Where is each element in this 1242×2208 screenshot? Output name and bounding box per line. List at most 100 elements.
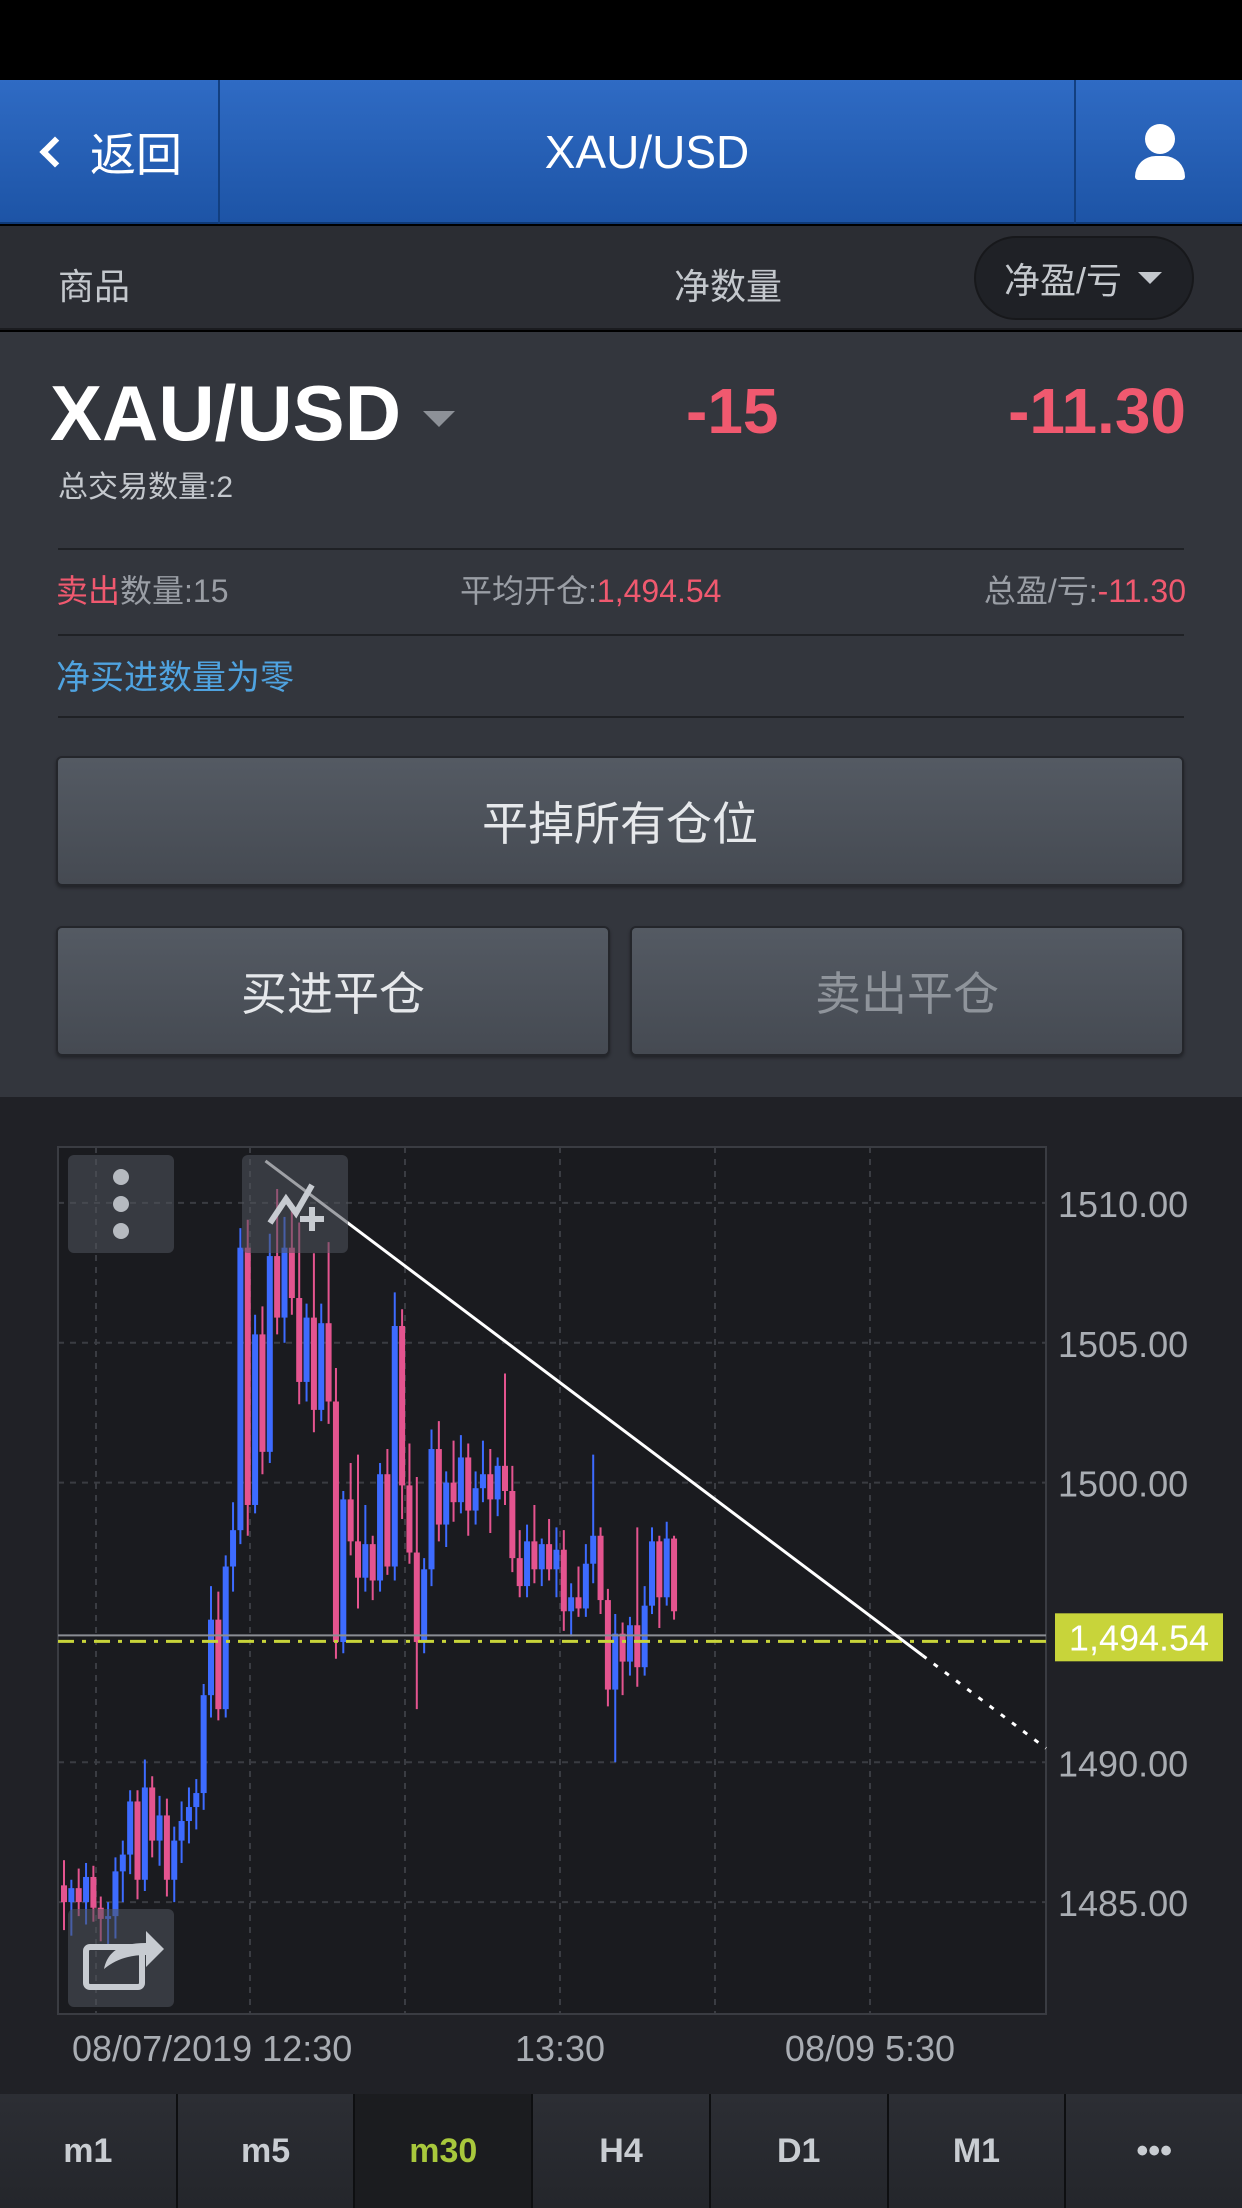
- symbol-selector[interactable]: XAU/USD: [50, 368, 456, 459]
- candle-body: [479, 1474, 486, 1489]
- sell-close-button[interactable]: 卖出平仓: [630, 926, 1184, 1056]
- side-label: 卖出: [56, 573, 121, 609]
- chevron-left-icon: [39, 136, 71, 168]
- tab-timeframe-h4[interactable]: H4: [533, 2094, 711, 2208]
- candle-body: [604, 1600, 611, 1690]
- tab-timeframe-more[interactable]: •••: [1066, 2094, 1242, 2208]
- draw-tool-button[interactable]: [242, 1155, 348, 1253]
- plot-background: [57, 1146, 1047, 2015]
- symbol-name: XAU/USD: [50, 369, 402, 457]
- candle-body: [259, 1334, 266, 1452]
- price-chart[interactable]: 1510.00 1505.00 1500.00 1490.00 1485.00 08/07…: [0, 1097, 1242, 2094]
- candle-body: [399, 1325, 406, 1486]
- chart-menu-button[interactable]: [68, 1155, 174, 1253]
- y-tick-label: 1485.00: [1058, 1883, 1188, 1924]
- tab-timeframe-d1[interactable]: D1: [710, 2094, 889, 2208]
- candle-body: [310, 1317, 317, 1410]
- candle-body: [656, 1541, 663, 1598]
- candle-body: [377, 1474, 384, 1581]
- x-tick-label: 08/09 5:30: [785, 2028, 955, 2069]
- candle-body: [524, 1541, 531, 1587]
- candle-body: [347, 1499, 354, 1542]
- candle-body: [68, 1888, 75, 1903]
- candle-body: [391, 1325, 398, 1567]
- candle-body: [502, 1465, 508, 1492]
- y-tick-label: 1510.00: [1058, 1184, 1188, 1225]
- col-product: 商品: [58, 266, 131, 307]
- candle-body: [472, 1488, 479, 1511]
- share-icon: [83, 1931, 164, 1990]
- candle-body: [156, 1815, 163, 1841]
- candle-body: [597, 1535, 604, 1601]
- candle-body: [61, 1885, 67, 1903]
- candle-body: [546, 1544, 553, 1570]
- back-button[interactable]: 返回: [0, 80, 220, 224]
- candle-body: [369, 1544, 376, 1581]
- candle-body: [641, 1605, 648, 1668]
- candle-body: [590, 1535, 597, 1564]
- divider: [58, 548, 1184, 550]
- candle-body: [413, 1552, 420, 1643]
- candle-body: [538, 1544, 545, 1570]
- candle-body: [288, 1247, 295, 1299]
- candle-body: [237, 1247, 244, 1531]
- candle-body: [619, 1633, 626, 1662]
- candle-body: [663, 1538, 670, 1598]
- candle-body: [509, 1491, 516, 1559]
- candle-body: [575, 1597, 582, 1609]
- chart-area[interactable]: 1510.00 1505.00 1500.00 1490.00 1485.00 08/07…: [0, 1097, 1242, 2094]
- candle-body: [185, 1807, 192, 1822]
- user-button[interactable]: [1074, 80, 1242, 224]
- tab-timeframe-m1[interactable]: m1: [0, 2094, 178, 2208]
- candle-body: [193, 1793, 200, 1808]
- candle-body: [281, 1247, 288, 1318]
- candle-body: [626, 1625, 633, 1662]
- avg-open: 平均开仓:1,494.54: [460, 573, 722, 609]
- candle-body: [318, 1323, 325, 1410]
- total-pnl-value: -11.30: [1097, 573, 1186, 609]
- candle-body: [222, 1566, 229, 1710]
- nav-bar: 返回 XAU/USD: [0, 80, 1242, 224]
- candle-body: [443, 1482, 450, 1525]
- close-all-button[interactable]: 平掉所有仓位: [56, 756, 1184, 886]
- divider: [58, 634, 1184, 636]
- candle-body: [303, 1317, 310, 1382]
- net-quantity: -15: [686, 375, 779, 447]
- candle-body: [266, 1256, 273, 1452]
- divider: [58, 716, 1184, 718]
- candle-body: [494, 1465, 501, 1500]
- candle-body: [163, 1815, 170, 1880]
- candle-body: [296, 1298, 303, 1382]
- column-header: 商品 净数量 净盈/亏: [0, 226, 1242, 330]
- candle-body: [421, 1569, 428, 1643]
- tab-timeframe-m1[interactable]: M1: [888, 2094, 1067, 2208]
- share-button[interactable]: [68, 1909, 174, 2007]
- candle-body: [200, 1695, 207, 1794]
- x-tick-label: 08/07/2019 12:30: [72, 2028, 352, 2069]
- candle-body: [252, 1334, 259, 1505]
- tab-timeframe-m5[interactable]: m5: [177, 2094, 356, 2208]
- pnl-dropdown[interactable]: 净盈/亏: [974, 236, 1194, 320]
- page-title: XAU/USD: [544, 126, 750, 178]
- col-net-qty: 净数量: [674, 266, 783, 307]
- candle-body: [119, 1854, 126, 1872]
- position-details: 卖出数量:15 平均开仓:1,494.54 总盈/亏:-11.30: [56, 566, 1186, 612]
- candle-body: [340, 1499, 347, 1643]
- candle-body: [634, 1625, 641, 1668]
- tab-timeframe-m30[interactable]: m30: [355, 2094, 534, 2208]
- candle-body: [582, 1563, 589, 1609]
- candle-body: [531, 1541, 538, 1570]
- candle-body: [671, 1538, 678, 1612]
- candle-body: [127, 1801, 134, 1855]
- price-label: 1,494.54: [1069, 1617, 1209, 1658]
- candle-body: [384, 1474, 391, 1567]
- candle-body: [649, 1541, 655, 1606]
- drawing-tool-icon: [267, 1183, 324, 1231]
- candle-body: [487, 1474, 494, 1500]
- avg-open-value: 1,494.54: [596, 573, 722, 609]
- caret-down-icon: [1138, 272, 1163, 284]
- candle-body: [428, 1449, 435, 1570]
- candle-body: [568, 1597, 575, 1612]
- buy-close-button[interactable]: 买进平仓: [56, 926, 610, 1056]
- candle-body: [274, 1256, 281, 1318]
